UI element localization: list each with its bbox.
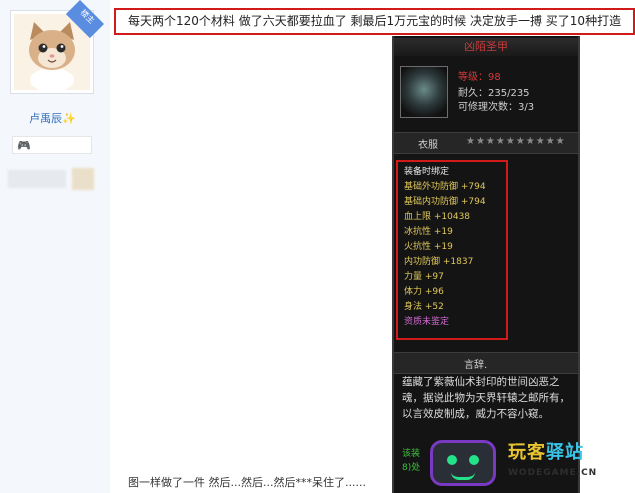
green-line: 8)处	[402, 463, 421, 473]
post-body-text: 图一样做了一件 然后...然后...然后***呆住了......	[128, 476, 366, 489]
item-durability: 耐久：235/235	[458, 88, 530, 99]
attr-line: 身法 +52	[404, 302, 444, 312]
item-repair-count: 可修理次数：3/3	[458, 102, 535, 113]
watermark-name-1: 玩客	[508, 442, 546, 463]
attr-line: 火抗性 +19	[404, 242, 453, 252]
item-name: 凶陌圣甲	[394, 38, 578, 56]
blurred-text	[8, 170, 66, 188]
post-title: 每天两个120个材料 做了六天都要拉血了 剩最后1万元宝的时候 决定放手一搏 买…	[114, 8, 635, 35]
item-level: 等级：98	[458, 72, 501, 83]
clothing-header: 衣服 ★★★★★★★★★★	[394, 132, 578, 154]
item-tooltip-screenshot: 凶陌圣甲 等级：98 耐久：235/235 可修理次数：3/3 衣服 ★★★★★…	[392, 36, 580, 493]
attr-line: 力量 +97	[404, 272, 444, 282]
gamepad-logo-icon	[430, 440, 496, 486]
attr-line: 基础内功防御 +794	[404, 197, 486, 207]
site-watermark: 玩客驿站 WODEGAME.CN	[430, 432, 635, 493]
author-sidebar: 楼主 卢禹辰✨ 🎮	[0, 0, 110, 493]
description-header: 言辞.	[394, 352, 578, 374]
username[interactable]: 卢禹辰✨	[0, 110, 105, 126]
star-rating: ★★★★★★★★★★	[466, 136, 566, 147]
green-line: 该装	[402, 449, 421, 459]
attr-line: 体力 +96	[404, 287, 444, 297]
logo-mouth	[451, 471, 475, 480]
watermark-name: 玩客驿站	[508, 438, 584, 464]
attribute-highlight-box: 装备时绑定 基础外功防御 +794 基础内功防御 +794 血上限 +10438…	[396, 160, 508, 340]
blurred-icon	[72, 168, 94, 190]
attr-line: 冰抗性 +19	[404, 227, 453, 237]
blurred-info	[8, 168, 98, 190]
item-description: 蕴藏了紫薇仙术封印的世间凶恶之魂，据说此物为天界轩辕之邮所有，以言效皮制成，威力…	[402, 376, 570, 420]
description-label: 言辞.	[464, 360, 488, 371]
watermark-url: WODEGAME.CN	[508, 468, 598, 478]
watermark-name-2: 驿站	[546, 442, 584, 463]
logo-eye	[447, 455, 457, 465]
armor-icon	[400, 66, 448, 118]
attr-line: 基础外功防御 +794	[404, 182, 486, 192]
attr-line: 血上限 +10438	[404, 212, 471, 222]
medal-badge[interactable]: 🎮	[12, 136, 92, 154]
logo-eye	[469, 455, 479, 465]
clothing-label: 衣服	[418, 140, 438, 151]
attr-line: 装备时绑定	[404, 167, 450, 177]
attr-line: 内功防御 +1837	[404, 257, 474, 267]
attr-line: 资质未鉴定	[404, 317, 450, 327]
